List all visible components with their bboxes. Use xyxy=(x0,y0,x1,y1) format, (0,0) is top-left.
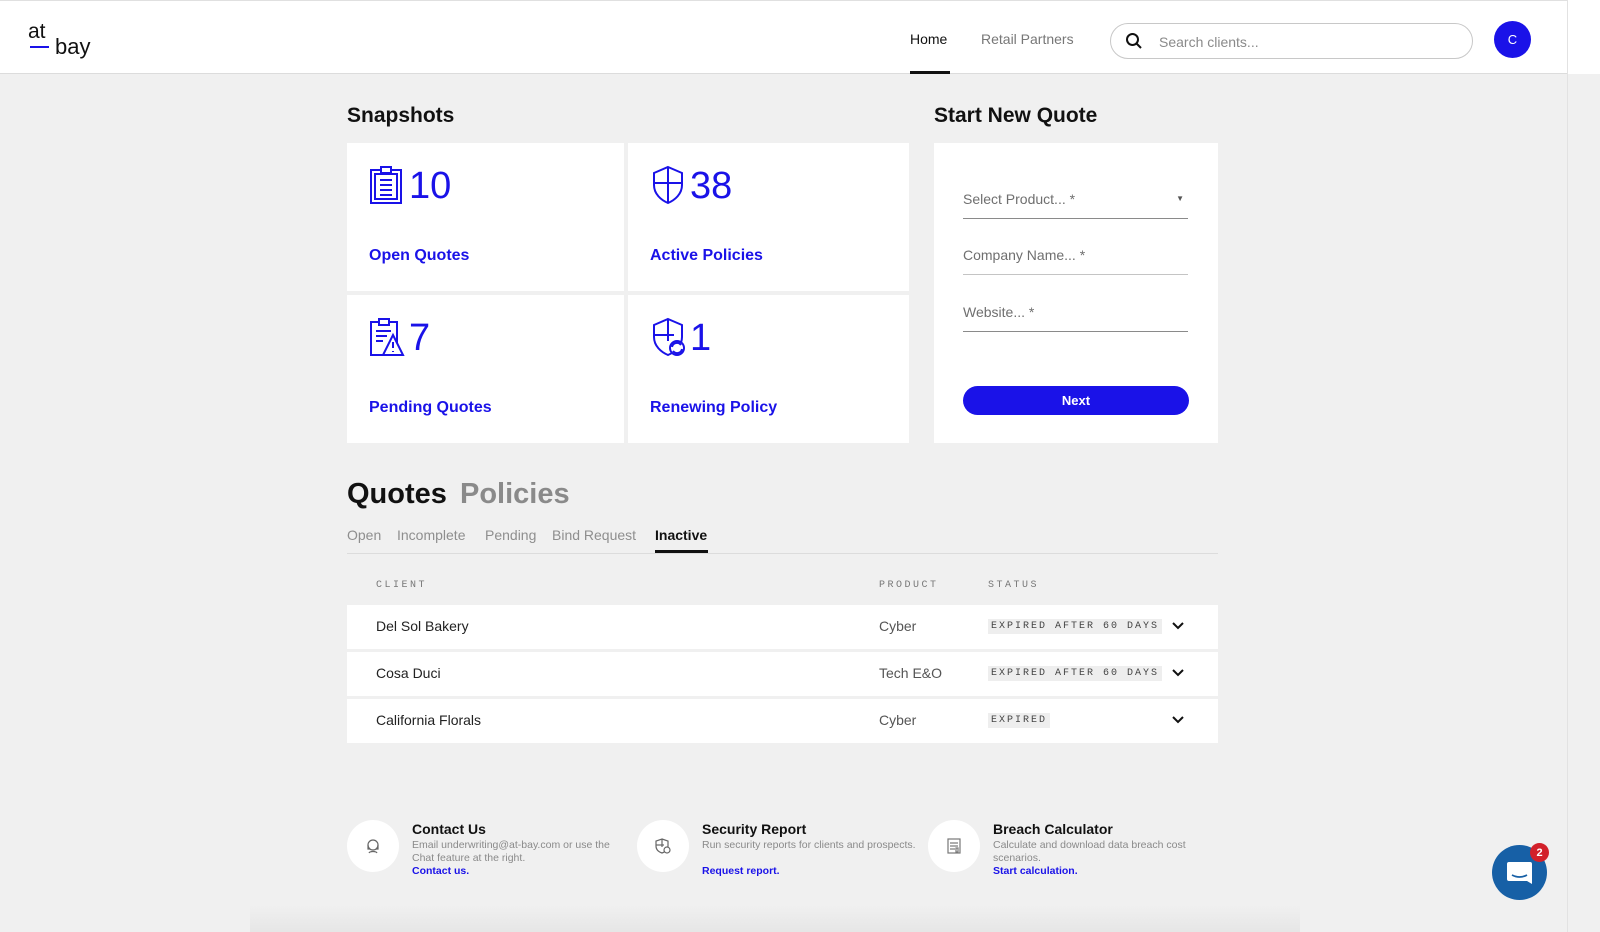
chat-notification-badge: 2 xyxy=(1530,843,1549,862)
footer-desc: Email underwriting@at-bay.com or use the… xyxy=(412,839,610,864)
table-row[interactable]: Del Sol Bakery Cyber EXPIRED AFTER 60 DA… xyxy=(347,605,1218,649)
website-field[interactable] xyxy=(963,302,1188,332)
table-row[interactable]: California Florals Cyber EXPIRED xyxy=(347,699,1218,743)
footer-title: Security Report xyxy=(702,821,807,837)
row-client: Del Sol Bakery xyxy=(376,618,469,634)
shield-gear-icon xyxy=(655,838,671,854)
product-select[interactable]: ▼ xyxy=(963,189,1188,219)
product-select-input[interactable] xyxy=(963,191,1163,207)
nav-active-indicator xyxy=(910,71,950,74)
search-input[interactable] xyxy=(1159,31,1449,53)
footer-security-report: Security Report Run security reports for… xyxy=(637,818,927,888)
active-policies-label[interactable]: Active Policies xyxy=(650,247,763,265)
active-policies-count: 38 xyxy=(690,165,733,207)
column-header-status: STATUS xyxy=(988,580,1040,591)
status-badge: EXPIRED AFTER 60 DAYS xyxy=(988,619,1163,634)
snapshots-title: Snapshots xyxy=(347,104,455,127)
dropdown-caret-icon: ▼ xyxy=(1176,194,1184,203)
footer-breach-calculator: Breach Calculator Calculate and download… xyxy=(928,818,1218,888)
search-icon xyxy=(1126,33,1142,49)
logo-at: at xyxy=(28,20,46,43)
new-quote-form: ▼ Next xyxy=(934,143,1218,443)
clipboard-icon xyxy=(370,166,402,204)
tabs-divider xyxy=(347,553,1218,554)
logo-bay: bay xyxy=(55,34,91,59)
tab-policies[interactable]: Policies xyxy=(460,478,570,511)
company-name-input[interactable] xyxy=(963,247,1163,263)
subtab-incomplete[interactable]: Incomplete xyxy=(397,527,465,543)
column-header-client: CLIENT xyxy=(376,580,428,591)
footer-title: Contact Us xyxy=(412,821,486,837)
footer-icon-circle xyxy=(637,820,689,872)
clipboard-warning-icon xyxy=(370,318,405,356)
start-new-quote-title: Start New Quote xyxy=(934,104,1098,127)
renewing-policy-label[interactable]: Renewing Policy xyxy=(650,399,777,417)
footer-title: Breach Calculator xyxy=(993,821,1113,837)
shield-icon xyxy=(653,165,683,205)
website-input[interactable] xyxy=(963,304,1163,320)
snapshot-renewing-policy[interactable]: 1 Renewing Policy xyxy=(628,295,909,443)
footer-desc: Calculate and download data breach cost … xyxy=(993,839,1186,864)
snapshot-active-policies[interactable]: 38 Active Policies xyxy=(628,143,909,291)
row-product: Cyber xyxy=(879,618,917,634)
user-avatar[interactable]: C xyxy=(1494,21,1531,58)
chevron-down-icon[interactable] xyxy=(1171,619,1185,633)
nav-retail-partners[interactable]: Retail Partners xyxy=(981,31,1074,47)
tab-quotes[interactable]: Quotes xyxy=(347,478,447,511)
row-product: Tech E&O xyxy=(879,665,943,681)
logo-underline xyxy=(30,46,49,48)
row-product: Cyber xyxy=(879,712,917,728)
footer-icon-circle xyxy=(347,820,399,872)
renewing-policy-count: 1 xyxy=(690,317,712,359)
chevron-down-icon[interactable] xyxy=(1171,666,1185,680)
table-row[interactable]: Cosa Duci Tech E&O EXPIRED AFTER 60 DAYS xyxy=(347,652,1218,696)
footer-desc: Run security reports for clients and pro… xyxy=(702,839,916,851)
next-button[interactable]: Next xyxy=(963,386,1189,415)
at-bay-logo[interactable]: at bay xyxy=(28,21,108,61)
shield-refresh-icon xyxy=(653,317,685,357)
row-client: California Florals xyxy=(376,712,482,728)
contact-us-link[interactable]: Contact us. xyxy=(412,865,469,877)
snapshot-open-quotes[interactable]: 10 Open Quotes xyxy=(347,143,624,291)
search-box[interactable] xyxy=(1110,23,1473,59)
footer-shadow xyxy=(250,905,1300,932)
snapshot-pending-quotes[interactable]: 7 Pending Quotes xyxy=(347,295,624,443)
open-quotes-count: 10 xyxy=(409,165,452,207)
chevron-down-icon[interactable] xyxy=(1171,713,1185,727)
scrollbar-top xyxy=(1568,0,1600,74)
pending-quotes-count: 7 xyxy=(409,317,431,359)
start-calculation-link[interactable]: Start calculation. xyxy=(993,865,1078,877)
status-badge: EXPIRED xyxy=(988,713,1051,728)
calculator-icon xyxy=(947,838,961,854)
footer-contact-us: Contact Us Email underwriting@at-bay.com… xyxy=(347,818,637,888)
page-scrollbar[interactable] xyxy=(1567,0,1600,932)
column-header-product: PRODUCT xyxy=(879,580,939,591)
nav-home[interactable]: Home xyxy=(910,31,947,47)
subtab-open[interactable]: Open xyxy=(347,527,381,543)
support-agent-icon xyxy=(367,839,379,854)
subtab-pending[interactable]: Pending xyxy=(485,527,536,543)
subtab-inactive[interactable]: Inactive xyxy=(655,527,707,543)
request-report-link[interactable]: Request report. xyxy=(702,865,780,877)
pending-quotes-label[interactable]: Pending Quotes xyxy=(369,399,492,417)
status-badge: EXPIRED AFTER 60 DAYS xyxy=(988,666,1163,681)
company-name-field[interactable] xyxy=(963,245,1188,275)
footer-icon-circle xyxy=(928,820,980,872)
row-client: Cosa Duci xyxy=(376,665,441,681)
open-quotes-label[interactable]: Open Quotes xyxy=(369,247,469,265)
top-header: at bay Home Retail Partners C xyxy=(0,0,1567,74)
subtab-bind-request[interactable]: Bind Request xyxy=(552,527,636,543)
